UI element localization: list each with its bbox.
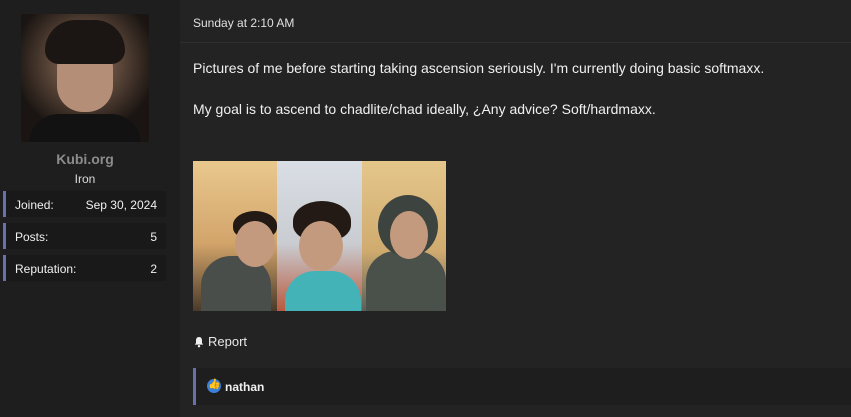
user-rank: Iron [74, 172, 96, 186]
stat-posts: Posts: 5 [3, 223, 166, 249]
stat-reputation: Reputation: 2 [3, 255, 166, 281]
user-avatar[interactable] [21, 14, 149, 142]
post-text-line: My goal is to ascend to chadlite/chad id… [193, 101, 656, 117]
stat-value: Sep 30, 2024 [85, 198, 157, 212]
bell-icon [194, 336, 204, 347]
stat-label: Joined: [15, 198, 54, 212]
like-icon [207, 378, 221, 393]
post-body: Sunday at 2:10 AM Pictures of me before … [179, 0, 851, 417]
post-text-line: Pictures of me before starting taking as… [193, 60, 765, 76]
report-link[interactable]: Report [193, 334, 247, 349]
photo-3 [361, 161, 446, 311]
username-link[interactable]: Kubi.org [0, 151, 170, 167]
stat-joined: Joined: Sep 30, 2024 [3, 191, 166, 217]
report-label: Report [208, 334, 248, 349]
photo-1 [193, 161, 278, 311]
stat-value: 2 [150, 262, 157, 276]
stat-label: Posts: [15, 230, 49, 244]
reaction-user[interactable]: nathan [225, 380, 264, 394]
post-image-attachment[interactable] [193, 161, 446, 311]
post-arrow [179, 25, 188, 43]
user-sidebar: Kubi.org Iron Joined: Sep 30, 2024 Posts… [0, 0, 180, 417]
stat-value: 5 [150, 230, 157, 244]
photo-2 [277, 161, 362, 311]
reactions-bar[interactable]: nathan [193, 368, 851, 405]
header-divider [180, 42, 851, 43]
post-date[interactable]: Sunday at 2:10 AM [193, 16, 294, 30]
stat-label: Reputation: [15, 262, 77, 276]
